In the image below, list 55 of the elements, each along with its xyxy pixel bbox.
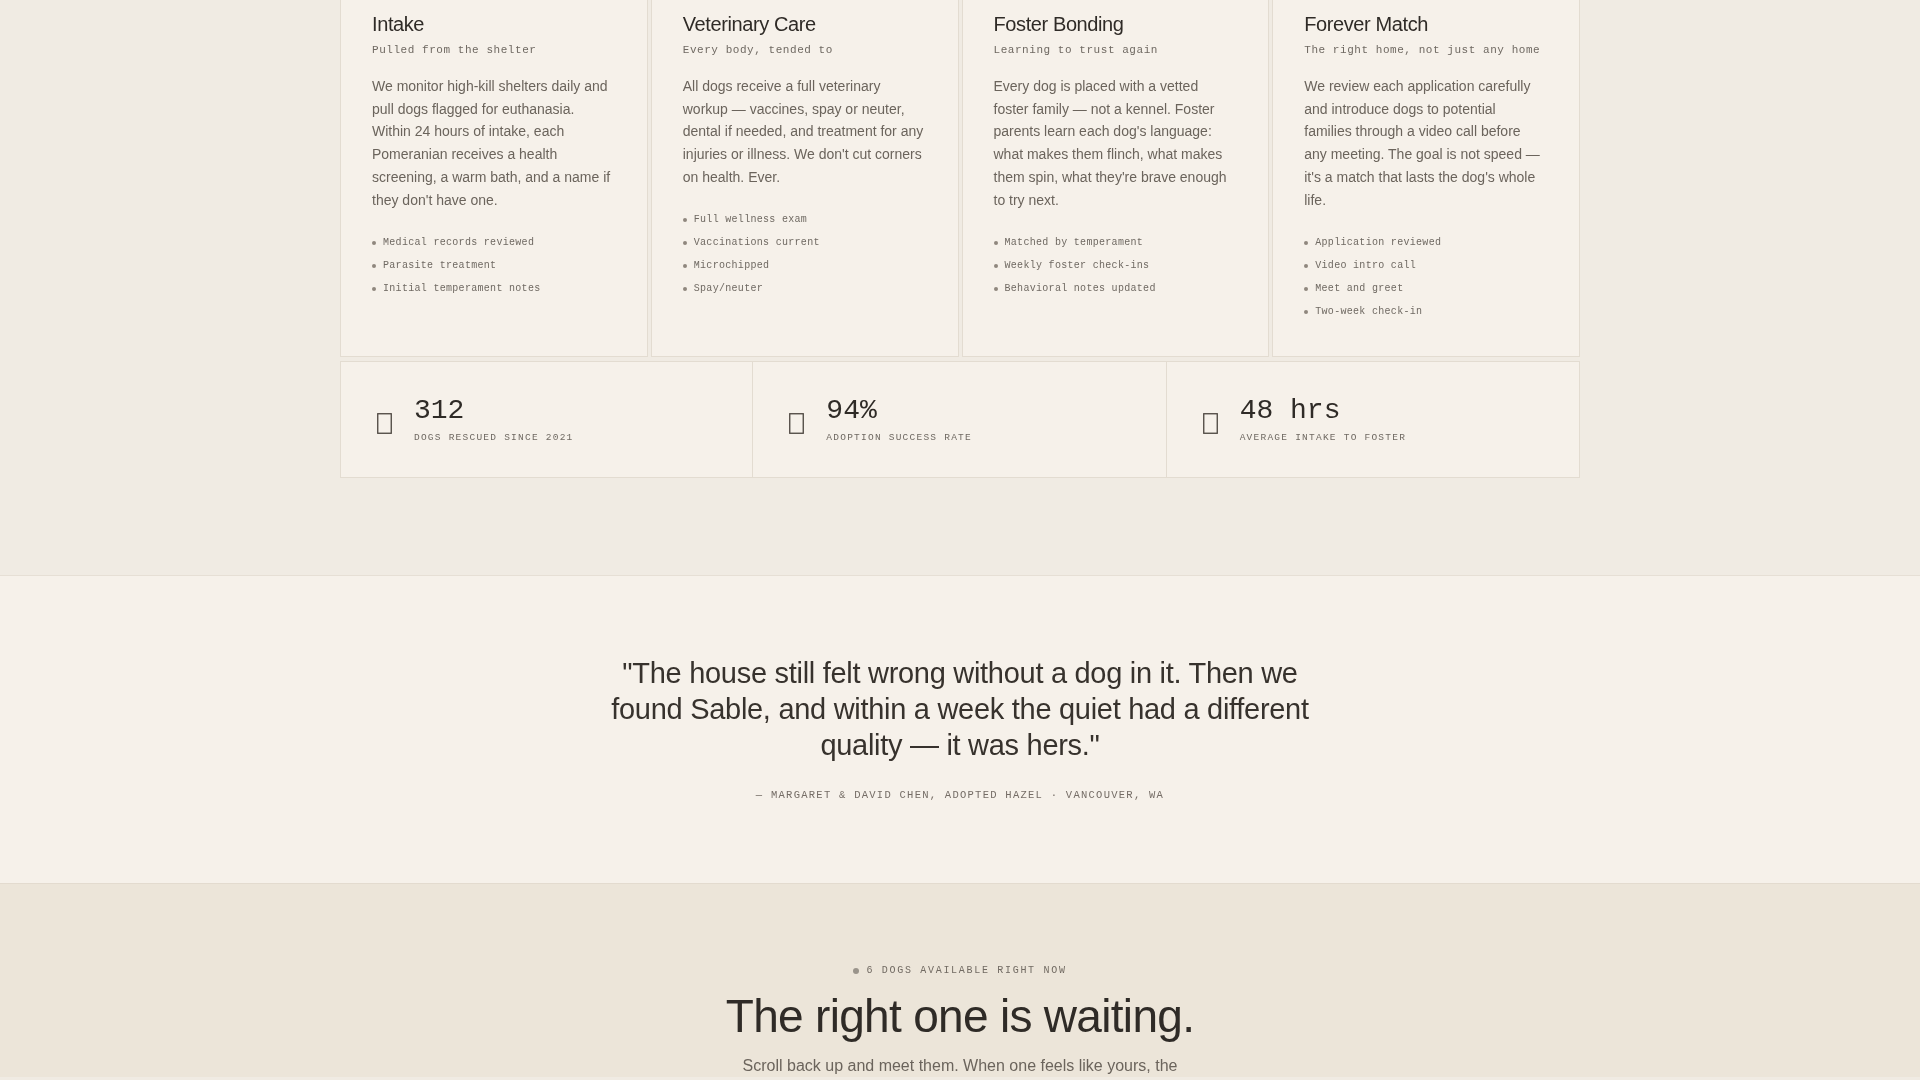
bullet-icon: [1304, 309, 1309, 314]
stat-value: 48 hrs: [1239, 394, 1342, 427]
checklist-item: Two-week check-in: [1315, 304, 1423, 319]
card-title: Foster Bonding: [993, 12, 1125, 36]
card-description: All dogs receive a full veterinary workup — vaccines, spay or neuter, dental if needed, and treatment for any injuries or illness. We don't cut corners on health. Ever.: [682, 77, 925, 187]
testimonial-attribution: — MARGARET & DAVID CHEN, ADOPTED HAZEL · VANCOUVER, WA: [755, 788, 1165, 804]
card-title: Veterinary Care: [682, 12, 817, 36]
card-subtitle: Every body, tended to: [682, 43, 834, 58]
card-title: Forever Match: [1304, 12, 1429, 36]
bullet-icon: [682, 287, 687, 291]
checklist-item: Meet and greet: [1315, 281, 1404, 296]
bullet-icon: [1304, 263, 1309, 268]
checklist-item: Weekly foster check-ins: [1004, 258, 1150, 273]
card-title: Intake: [372, 12, 426, 36]
stat-value: 94%: [826, 394, 878, 427]
bullet-icon: [372, 263, 376, 268]
bullet-icon: [993, 286, 998, 291]
checklist-item: Application reviewed: [1315, 235, 1442, 250]
bullet-icon: [372, 286, 376, 291]
stat-label: ADOPTION SUCCESS RATE: [826, 430, 972, 445]
stat-value: 312: [414, 394, 466, 427]
card-description: Every dog is placed with a vetted foster family — not a kennel. Foster parents learn each dog's language: what makes them flinch, what makes them spin, what they're brave enough to try next.: [993, 77, 1228, 210]
bullet-icon: [993, 240, 998, 245]
card-subtitle: Pulled from the shelter: [372, 43, 538, 58]
outlined-rectangle-icon: [377, 413, 392, 435]
outlined-rectangle-icon: [1202, 413, 1218, 435]
checklist-item: Behavioral notes updated: [1004, 281, 1156, 296]
checklist-item: Vaccinations current: [693, 236, 820, 250]
card-subtitle: Learning to trust again: [993, 43, 1159, 58]
checklist-item: Spay/neuter: [693, 282, 764, 296]
card-description: We monitor high-kill shelters daily and pull dogs flagged for euthanasia. Within 24 hours of intake, each Pomeranian receives a health screening, a warm bath, and a name if they don't have one.: [372, 77, 612, 210]
bullet-icon: [682, 218, 687, 222]
bullet-icon: [993, 263, 998, 268]
outlined-rectangle-icon: [789, 413, 805, 435]
bullet-icon: [1304, 240, 1309, 245]
checklist-item: Full wellness exam: [693, 213, 808, 227]
stat-label: DOGS RESCUED SINCE 2021: [414, 430, 574, 445]
availability-label: 6 DOGS AVAILABLE RIGHT NOW: [866, 964, 1067, 979]
stat-label: AVERAGE INTAKE TO FOSTER: [1239, 430, 1407, 445]
bullet-icon: [372, 240, 376, 245]
testimonial-quote: "The house still felt wrong without a dog in it. Then we found Sable, and within a week the quiet had a different quality — it was hers.": [610, 656, 1310, 764]
cta-heading: The right one is waiting.: [725, 991, 1195, 1042]
checklist-item: Parasite treatment: [383, 258, 497, 273]
checklist-item: Video intro call: [1315, 258, 1417, 273]
checklist-item: Microchipped: [693, 259, 770, 273]
bullet-icon: [682, 264, 687, 268]
checklist-item: Medical records reviewed: [383, 235, 535, 250]
status-dot-icon: [853, 968, 860, 975]
checklist-item: Matched by temperament: [1004, 235, 1144, 250]
card-description: We review each application carefully and introduce dogs to potential families through a video call before any meeting. The goal is not speed — it's a match that lasts the dog's whole life.: [1304, 77, 1541, 210]
cta-text: Scroll back up and meet them. When one feels like yours, the: [742, 1056, 1178, 1077]
card-subtitle: The right home, not just any home: [1304, 43, 1542, 58]
bullet-icon: [1304, 286, 1309, 291]
checklist-item: Initial temperament notes: [383, 281, 541, 296]
bullet-icon: [682, 241, 687, 245]
